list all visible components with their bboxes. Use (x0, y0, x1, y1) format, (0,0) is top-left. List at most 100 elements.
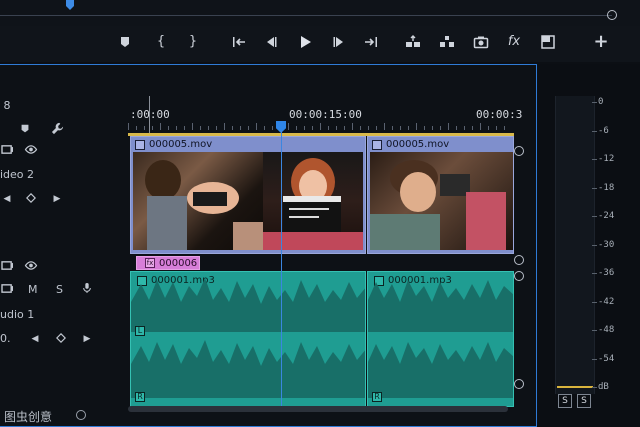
mini-timeline[interactable] (0, 0, 640, 26)
add-keyframe-icon[interactable] (54, 333, 68, 345)
clip-thumbnail (263, 152, 363, 250)
ruler-tick (224, 123, 225, 130)
meter-tick (592, 187, 597, 189)
track-scroll-handle[interactable] (514, 271, 524, 281)
step-forward-button[interactable] (328, 32, 350, 52)
track-scroll-handle[interactable] (514, 146, 524, 156)
meter-peak-indicator (557, 386, 593, 388)
audio-clip[interactable]: 000001.mp3 L R (130, 271, 366, 407)
solo-left-button[interactable]: S (558, 394, 572, 408)
meter-scale-label: 0 (598, 97, 604, 107)
next-keyframe-icon[interactable]: ▶ (80, 333, 94, 345)
ruler-tick (184, 126, 185, 130)
ruler-tick (400, 126, 401, 130)
step-forward-icon (333, 37, 343, 47)
meter-scale-label: -12 (598, 154, 615, 164)
play-button[interactable] (294, 32, 316, 52)
video-clip[interactable]: 000005.mov (367, 136, 514, 254)
ruler-tick (264, 126, 265, 130)
toggle-sync-lock-icon[interactable] (0, 260, 14, 272)
adjustment-layer-clip[interactable]: fx 000006 (136, 256, 200, 270)
track-volume[interactable]: 0. (0, 332, 11, 345)
ruler-tick (192, 123, 193, 130)
zoom-handle[interactable] (607, 10, 617, 20)
clip-name: 000005.mov (149, 139, 213, 150)
effects-button[interactable]: fx (503, 32, 525, 52)
ruler-tick (312, 126, 313, 130)
extract-button[interactable] (436, 32, 458, 52)
playhead-line (281, 131, 282, 407)
ruler-tick (504, 126, 505, 130)
meter-tick (592, 301, 597, 303)
ruler-tick (200, 126, 201, 130)
ruler-tick (296, 126, 297, 130)
meter-scale-label: -42 (598, 296, 615, 307)
ruler-tick (168, 126, 169, 130)
ruler-tick (336, 126, 337, 130)
meter-scale-label: -36 (598, 268, 615, 278)
scroll-zoom-handle[interactable] (76, 410, 86, 420)
eye-icon[interactable] (24, 260, 38, 272)
mark-out-icon: } (188, 34, 198, 49)
video-clip[interactable]: 000005.mov (130, 136, 366, 254)
toggle-sync-lock-icon[interactable] (0, 283, 14, 295)
mark-in-button[interactable]: { (150, 32, 172, 52)
comparison-view-button[interactable] (537, 32, 559, 52)
mute-button[interactable]: M (28, 283, 38, 296)
add-marker-button[interactable] (114, 32, 136, 52)
track-scroll-handle[interactable] (514, 379, 524, 389)
ruler-tick (232, 126, 233, 130)
meter-tick (592, 130, 597, 132)
meter-tick (592, 387, 597, 388)
ruler-tick (360, 126, 361, 130)
meter-tick (592, 102, 597, 103)
ruler-tick (136, 126, 137, 130)
meter-tick (592, 244, 597, 246)
ruler-tick (352, 123, 353, 130)
meter-scale-label: -30 (598, 239, 615, 250)
ruler-tick (384, 123, 385, 130)
ruler-tick (216, 126, 217, 130)
marker-filter-icon[interactable] (18, 123, 32, 135)
go-to-in-icon (233, 37, 245, 47)
clip-name: 000005.mov (386, 139, 450, 150)
prev-keyframe-icon[interactable]: ◀ (28, 333, 42, 345)
ruler-tick (320, 123, 321, 130)
ruler-tick (288, 123, 289, 130)
meter-scale-label: -48 (598, 325, 615, 335)
time-ruler[interactable] (128, 122, 514, 130)
ruler-tick (480, 123, 481, 130)
clip-thumbnail (133, 152, 263, 250)
add-keyframe-icon[interactable] (24, 193, 38, 205)
track-scroll-handle[interactable] (514, 255, 524, 265)
ruler-tick (496, 126, 497, 130)
horizontal-scrollbar[interactable] (128, 406, 508, 412)
next-keyframe-icon[interactable]: ▶ (50, 193, 64, 205)
ruler-tick (456, 126, 457, 130)
eye-icon[interactable] (24, 144, 38, 156)
marker-icon (121, 37, 129, 47)
go-to-in-button[interactable] (228, 32, 250, 52)
ruler-tick (488, 126, 489, 130)
wrench-icon[interactable] (50, 122, 64, 135)
go-to-out-button[interactable] (360, 32, 382, 52)
mini-timeline-track (0, 15, 612, 16)
solo-right-button[interactable]: S (577, 394, 591, 408)
microphone-icon[interactable] (80, 282, 94, 294)
comparison-view-icon (541, 35, 555, 49)
lift-button[interactable] (402, 32, 424, 52)
ruler-tick (472, 126, 473, 130)
solo-button[interactable]: S (56, 283, 63, 296)
export-frame-button[interactable] (470, 32, 492, 52)
toggle-sync-lock-icon[interactable] (0, 144, 14, 156)
meter-tick (592, 330, 597, 331)
step-back-button[interactable] (260, 32, 282, 52)
watermark: 图虫创意 (4, 410, 53, 424)
step-back-icon (267, 37, 277, 47)
prev-keyframe-icon[interactable]: ◀ (0, 193, 14, 205)
audio-clip[interactable]: 000001.mp3 R (367, 271, 514, 407)
mark-out-button[interactable]: } (182, 32, 204, 52)
ruler-tick (160, 123, 161, 130)
button-editor-add-button[interactable]: + (590, 32, 612, 52)
plus-icon: + (593, 31, 609, 52)
